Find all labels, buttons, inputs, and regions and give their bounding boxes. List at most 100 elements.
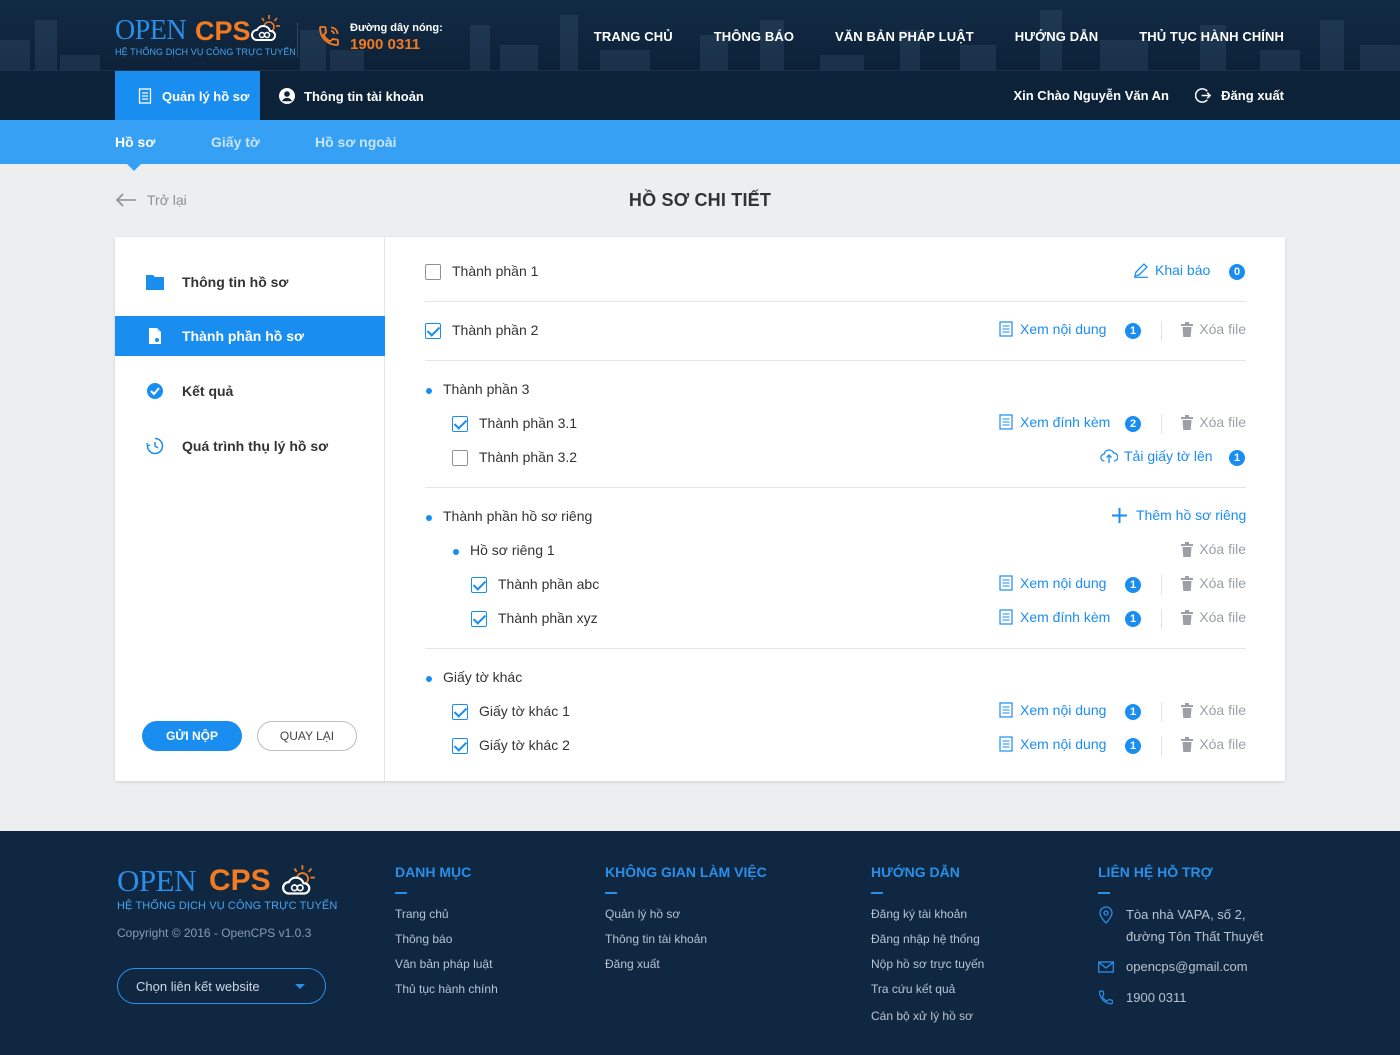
logo-tagline: HỆ THỐNG DỊCH VỤ CÔNG TRỰC TUYẾN — [117, 900, 338, 912]
delete-file-button[interactable]: Xóa file — [1181, 321, 1246, 337]
component-checkbox[interactable] — [425, 264, 441, 280]
view-content-link[interactable]: Xem nội dung — [998, 736, 1106, 752]
count-badge: 1 — [1229, 450, 1245, 466]
footer-link[interactable]: Tra cứu kết quả — [871, 982, 984, 1009]
count-badge: 1 — [1125, 577, 1141, 593]
action-separator — [1161, 414, 1162, 434]
delete-file-button[interactable]: Xóa file — [1181, 609, 1246, 625]
sidebar-item-dossier-components[interactable]: Thành phần hồ sơ — [115, 316, 385, 356]
trash-icon — [1181, 736, 1194, 752]
sidebar-item-result[interactable]: Kết quả — [115, 371, 385, 411]
select-value: Chọn liên kết website — [136, 978, 260, 994]
nav-procedures[interactable]: THỦ TỤC HÀNH CHÍNH — [1139, 29, 1284, 44]
footer-link[interactable]: Đăng xuất — [605, 957, 767, 982]
action-separator — [1161, 609, 1162, 629]
map-pin-icon — [1099, 906, 1113, 924]
view-attachment-link[interactable]: Xem đính kèm — [998, 609, 1110, 625]
section-divider — [425, 487, 1246, 488]
view-content-link[interactable]: Xem nội dung — [998, 321, 1106, 337]
nav-guide[interactable]: HƯỚNG DẪN — [1015, 29, 1098, 44]
logo-open-text: OPEN — [117, 863, 196, 898]
footer-link[interactable]: Văn bản pháp luật — [395, 957, 498, 982]
delete-file-button[interactable]: Xóa file — [1181, 736, 1246, 752]
view-attachment-link[interactable]: Xem đính kèm — [998, 414, 1110, 430]
section-divider — [425, 648, 1246, 649]
sidebar-item-dossier-info[interactable]: Thông tin hồ sơ — [115, 262, 385, 302]
contact-phone[interactable]: 1900 0311 — [1098, 987, 1263, 1009]
footer-link[interactable]: Thông tin tài khoản — [605, 932, 767, 957]
folder-icon — [145, 272, 165, 292]
user-circle-icon — [279, 88, 295, 104]
opencps-logo[interactable]: OPEN CPS HỆ THỐNG DỊCH VỤ CÔNG TRỰC TUYẾ… — [115, 14, 296, 60]
view-content-link[interactable]: Xem nội dung — [998, 575, 1106, 591]
group-label: Thành phần hồ sơ riêng — [443, 508, 593, 524]
delete-label: Xóa file — [1199, 736, 1246, 752]
upload-paper-link[interactable]: Tải giấy tờ lên — [1100, 448, 1213, 464]
logo-cloud-sun-icon — [282, 865, 315, 895]
footer-link[interactable]: Trang chủ — [395, 907, 498, 932]
delete-file-button[interactable]: Xóa file — [1181, 414, 1246, 430]
tab-papers[interactable]: Giấy tờ — [211, 134, 260, 150]
component-row: Thành phần 2 Xem nội dung 1 Xóa file — [425, 319, 1246, 343]
logout-button[interactable]: Đăng xuất — [1195, 87, 1284, 104]
sidebar-item-label: Kết quả — [182, 383, 234, 399]
tab-external-dossier[interactable]: Hồ sơ ngoài — [315, 134, 397, 150]
sidebar-item-process-history[interactable]: Quá trình thụ lý hồ sơ — [115, 426, 385, 466]
pencil-icon — [1134, 263, 1148, 278]
group-label: Thành phần 3 — [443, 381, 530, 397]
dossier-sidebar: Thông tin hồ sơ Thành phần hồ sơ Kết quả… — [115, 237, 385, 781]
hotline-number[interactable]: 1900 0311 — [350, 36, 420, 53]
footer-col-title: HƯỚNG DẪN — [871, 864, 960, 880]
website-link-select[interactable]: Chọn liên kết website — [117, 968, 326, 1004]
count-badge: 0 — [1229, 264, 1245, 280]
component-checkbox[interactable] — [471, 611, 487, 627]
plus-icon — [1112, 507, 1127, 523]
tab-manage-dossier[interactable]: Quản lý hồ sơ — [115, 71, 260, 121]
component-checkbox[interactable] — [452, 704, 468, 720]
footer-link[interactable]: Thủ tục hành chính — [395, 982, 498, 1007]
declare-link[interactable]: Khai báo — [1133, 262, 1210, 278]
add-private-dossier-link[interactable]: Thêm hồ sơ riêng — [1112, 507, 1246, 523]
tab-dossier[interactable]: Hồ sơ — [115, 134, 155, 150]
component-checkbox[interactable] — [452, 450, 468, 466]
view-content-link[interactable]: Xem nội dung — [998, 702, 1106, 718]
nav-legal-docs[interactable]: VĂN BẢN PHÁP LUẬT — [835, 29, 974, 44]
component-checkbox[interactable] — [452, 738, 468, 754]
clock-history-icon — [145, 436, 165, 456]
dossier-tabs: Hồ sơ Giấy tờ Hồ sơ ngoài — [0, 120, 1400, 164]
go-back-button[interactable]: QUAY LẠI — [257, 721, 357, 751]
action-label: Tải giấy tờ lên — [1124, 448, 1213, 464]
trash-icon — [1181, 321, 1194, 337]
nav-announcements[interactable]: THÔNG BÁO — [714, 29, 794, 44]
contact-address: Tòa nhà VAPA, số 2, đường Tôn Thất Thuyế… — [1098, 904, 1263, 948]
footer-link[interactable]: Quản lý hồ sơ — [605, 907, 767, 932]
footer-link[interactable]: Nộp hồ sơ trực tuyến — [871, 957, 984, 982]
count-badge: 2 — [1125, 416, 1141, 432]
chevron-down-icon — [295, 984, 305, 989]
user-greeting: Xin Chào Nguyễn Văn An — [1013, 88, 1169, 103]
account-bar: Quản lý hồ sơ Thông tin tài khoản Xin Ch… — [0, 70, 1400, 121]
tab-account-info[interactable]: Thông tin tài khoản — [279, 71, 424, 121]
footer-link[interactable]: Thông báo — [395, 932, 498, 957]
footer-logo[interactable]: OPEN CPS HỆ THỐNG DỊCH VỤ CÔNG TRỰC TUYẾ… — [117, 863, 337, 912]
delete-label: Xóa file — [1199, 541, 1246, 557]
document-lines-icon — [999, 321, 1013, 337]
delete-file-button[interactable]: Xóa file — [1181, 541, 1246, 557]
footer-link[interactable]: Đăng nhập hệ thống — [871, 932, 984, 957]
component-label: Giấy tờ khác 2 — [479, 737, 570, 753]
logo-cps-text: CPS — [209, 864, 271, 897]
phone-icon — [1098, 990, 1113, 1005]
footer-link[interactable]: Cán bộ xử lý hồ sơ — [871, 1009, 984, 1034]
component-checkbox[interactable] — [425, 323, 441, 339]
delete-file-button[interactable]: Xóa file — [1181, 575, 1246, 591]
footer-link[interactable]: Đăng ký tài khoản — [871, 907, 984, 932]
component-row: Thành phần 3.2 Tải giấy tờ lên 1 — [425, 446, 1246, 470]
component-checkbox[interactable] — [452, 416, 468, 432]
site-footer: OPEN CPS HỆ THỐNG DỊCH VỤ CÔNG TRỰC TUYẾ… — [0, 831, 1400, 1055]
delete-file-button[interactable]: Xóa file — [1181, 702, 1246, 718]
component-checkbox[interactable] — [471, 577, 487, 593]
contact-email[interactable]: opencps@gmail.com — [1098, 956, 1263, 978]
nav-home[interactable]: TRANG CHỦ — [594, 29, 673, 44]
submit-button[interactable]: GỬI NỘP — [142, 721, 242, 751]
action-label: Thêm hồ sơ riêng — [1136, 507, 1247, 523]
